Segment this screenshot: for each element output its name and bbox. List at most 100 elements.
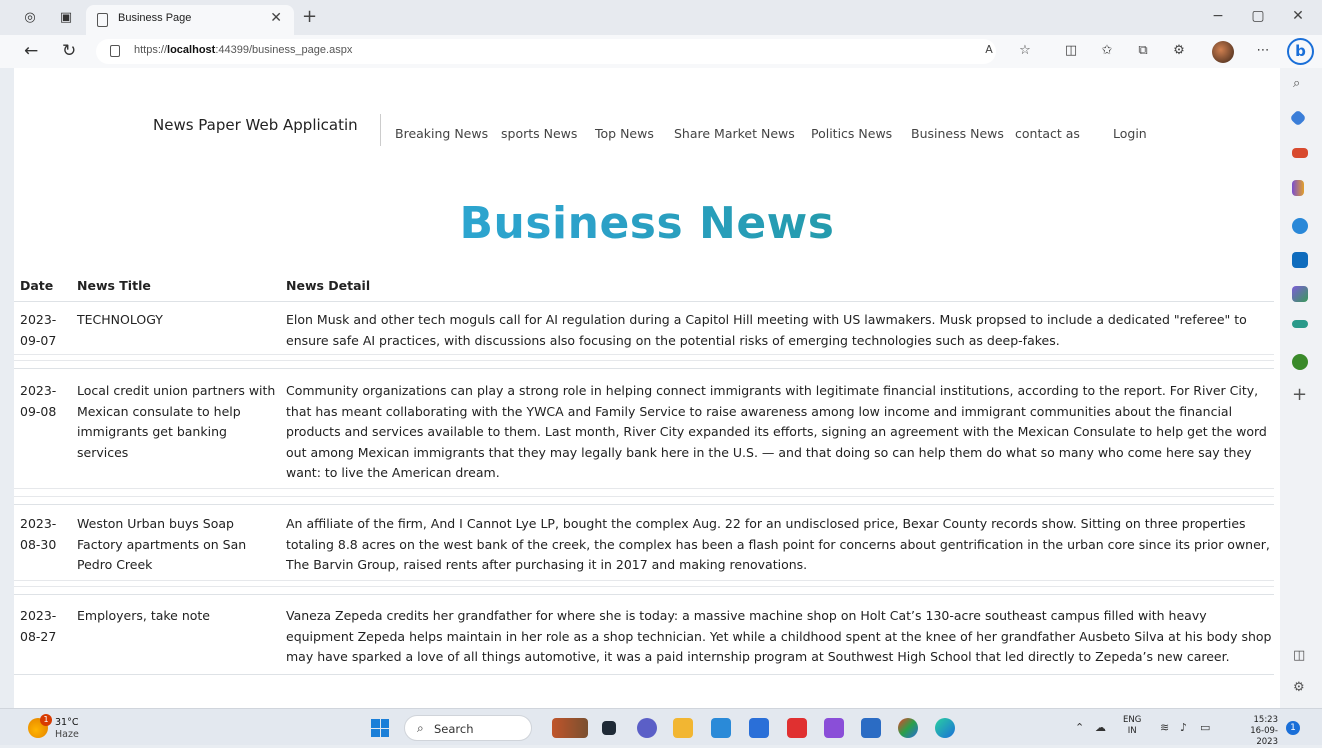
row-title: TECHNOLOGY — [77, 312, 163, 327]
shopping-icon[interactable] — [1292, 320, 1308, 328]
row-divider — [14, 488, 1274, 489]
chat-icon[interactable] — [637, 718, 657, 738]
tab-actions-icon[interactable]: ▣ — [58, 10, 74, 26]
tree-icon[interactable] — [1292, 354, 1308, 370]
refresh-icon[interactable]: ↻ — [62, 41, 76, 61]
weather-condition: Haze — [55, 729, 79, 740]
hide-sidebar-icon[interactable]: ◫ — [1293, 648, 1305, 663]
nav-divider — [380, 114, 381, 146]
row-date: 2023-09-08 — [20, 383, 57, 419]
back-arrow-icon[interactable]: ← — [24, 41, 38, 61]
games-icon[interactable] — [1292, 180, 1304, 196]
row-detail: Vaneza Zepeda credits her grandfather fo… — [286, 608, 1272, 664]
nav-business-news[interactable]: Business News — [911, 126, 1004, 141]
lock-icon[interactable] — [110, 45, 120, 57]
nav-sports-news[interactable]: sports News — [501, 126, 577, 141]
read-aloud-icon[interactable]: A — [980, 43, 998, 56]
tab-title: Business Page — [118, 12, 192, 24]
profile-avatar[interactable] — [1212, 41, 1234, 63]
column-header-date: Date — [20, 278, 54, 293]
edge-sidebar: ⌕ + ◫ ⚙ — [1280, 68, 1322, 708]
web-page: News Paper Web Applicatin Breaking News … — [14, 68, 1280, 708]
tab-business-page[interactable]: Business Page ✕ — [86, 5, 294, 35]
favorites-icon[interactable]: ✩ — [1098, 43, 1116, 58]
notification-badge[interactable]: 1 — [1286, 721, 1300, 735]
nav-politics-news[interactable]: Politics News — [811, 126, 892, 141]
add-sidebar-app-icon[interactable]: + — [1292, 384, 1307, 405]
taskbar-search[interactable]: ⌕ Search — [404, 715, 532, 741]
nav-breaking-news[interactable]: Breaking News — [395, 126, 488, 141]
nav-top-news[interactable]: Top News — [595, 126, 654, 141]
close-window-button[interactable]: ✕ — [1288, 8, 1308, 24]
start-button[interactable] — [371, 719, 389, 737]
task-view-icon[interactable] — [602, 721, 616, 735]
toolbox-icon[interactable] — [1292, 148, 1308, 158]
outlook-icon[interactable] — [1292, 252, 1308, 268]
browser-title-bar: ◎ ▣ Business Page ✕ + − ▢ ✕ — [0, 0, 1322, 35]
visual-studio-icon[interactable] — [824, 718, 844, 738]
restore-button[interactable]: ▢ — [1248, 8, 1268, 24]
search-icon[interactable]: ⌕ — [1293, 76, 1300, 91]
row-divider — [14, 360, 1274, 361]
row-detail: An affiliate of the firm, And I Cannot L… — [286, 516, 1270, 572]
collections-icon[interactable]: ⧉ — [1134, 43, 1152, 58]
onedrive-icon[interactable]: ☁ — [1095, 721, 1106, 734]
bing-copilot-icon[interactable]: b — [1287, 38, 1314, 65]
chrome-icon[interactable] — [898, 718, 918, 738]
widget-app-icon[interactable] — [552, 718, 588, 738]
page-icon — [97, 13, 108, 27]
row-divider — [14, 594, 1274, 595]
nav-share-market-news[interactable]: Share Market News — [674, 126, 795, 141]
url-text[interactable]: https://localhost:44399/business_page.as… — [134, 44, 352, 56]
app-l-icon[interactable] — [749, 718, 769, 738]
header-divider — [14, 301, 1274, 302]
copilot-icon[interactable] — [1292, 218, 1308, 234]
address-bar[interactable]: https://localhost:44399/business_page.as… — [96, 39, 996, 64]
youtube-icon[interactable] — [787, 718, 807, 738]
volume-icon[interactable]: ♪ — [1180, 721, 1187, 734]
clock-time: 15:23 — [1253, 715, 1279, 725]
language-indicator[interactable]: ENG IN — [1123, 715, 1141, 737]
word-icon[interactable] — [861, 718, 881, 738]
row-detail: Community organizations can play a stron… — [286, 383, 1267, 480]
row-divider — [14, 674, 1274, 675]
file-explorer-icon[interactable] — [673, 718, 693, 738]
row-divider — [14, 368, 1274, 369]
split-screen-icon[interactable]: ◫ — [1062, 43, 1080, 58]
row-date: 2023-09-07 — [20, 312, 57, 348]
minimize-button[interactable]: − — [1208, 8, 1228, 24]
page-heading: Business News — [14, 198, 1280, 249]
drop-icon[interactable] — [1292, 286, 1308, 302]
windows-taskbar: 1 31°C Haze ⌕ Search ⌃ ☁ ENG IN ≋ ♪ ▭ 15… — [0, 708, 1322, 748]
store-icon[interactable] — [711, 718, 731, 738]
nav-contact-as[interactable]: contact as — [1015, 126, 1080, 141]
row-date: 2023-08-27 — [20, 608, 57, 644]
show-hidden-icons-icon[interactable]: ⌃ — [1075, 721, 1084, 734]
wifi-icon[interactable]: ≋ — [1160, 721, 1169, 734]
weather-badge: 1 — [40, 714, 52, 726]
favorite-star-icon[interactable]: ☆ — [1016, 43, 1034, 58]
row-divider — [14, 354, 1274, 355]
row-divider — [14, 580, 1274, 581]
edge-icon[interactable] — [935, 718, 955, 738]
row-title: Local credit union partners with Mexican… — [77, 383, 276, 460]
site-brand[interactable]: News Paper Web Applicatin — [153, 116, 358, 134]
workspaces-icon[interactable]: ◎ — [22, 10, 38, 26]
tag-icon[interactable] — [1289, 109, 1307, 127]
new-tab-button[interactable]: + — [302, 6, 317, 27]
row-title: Weston Urban buys Soap Factory apartment… — [77, 516, 247, 572]
settings-gear-icon[interactable]: ⚙ — [1293, 680, 1305, 695]
row-date: 2023-08-30 — [20, 516, 57, 552]
extensions-icon[interactable]: ⚙ — [1170, 43, 1188, 58]
column-header-news-title: News Title — [77, 278, 151, 293]
browser-toolbar: ← ↻ https://localhost:44399/business_pag… — [0, 35, 1322, 68]
more-menu-icon[interactable]: ⋯ — [1254, 43, 1272, 58]
nav-login[interactable]: Login — [1113, 126, 1147, 141]
battery-icon[interactable]: ▭ — [1200, 721, 1210, 734]
row-detail: Elon Musk and other tech moguls call for… — [286, 312, 1247, 348]
keyboard-region: IN — [1127, 726, 1137, 736]
clock[interactable]: 15:23 16-09-2023 — [1240, 715, 1278, 748]
row-divider — [14, 586, 1274, 587]
close-tab-icon[interactable]: ✕ — [270, 10, 282, 26]
weather-widget[interactable]: 31°C Haze — [55, 717, 79, 741]
